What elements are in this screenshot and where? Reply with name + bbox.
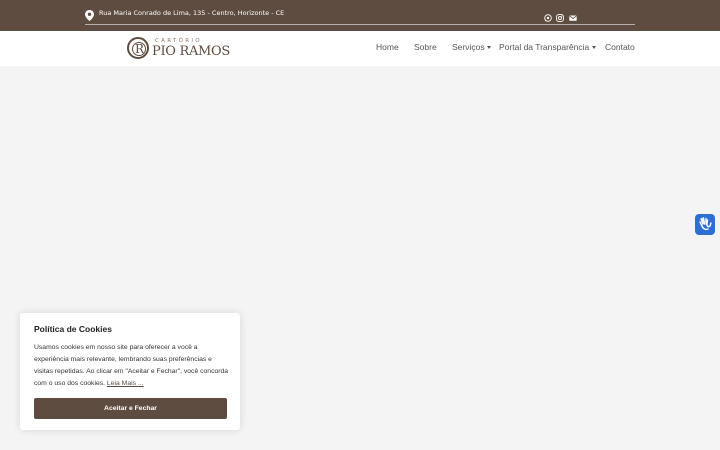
nav-home[interactable]: Home [376,42,399,52]
sign-language-hands-icon [699,217,712,231]
nav-portal-transparencia[interactable]: Portal da Transparência [499,42,589,52]
envelope-icon[interactable] [569,9,577,21]
map-marker-icon [85,8,94,21]
site-header: R CARTÓRIO PIO RAMOS Home Sobre Serviços… [0,31,720,66]
accessibility-button[interactable] [695,214,715,235]
cookie-consent-popup: Política de Cookies Usamos cookies em no… [20,313,240,430]
logo-emblem: R [127,37,149,59]
nav-contato[interactable]: Contato [605,42,635,52]
accept-and-close-button[interactable]: Aceitar e Fechar [34,398,227,419]
cookie-read-more-link[interactable]: Leia Mais ... [107,380,144,387]
site-logo[interactable]: R CARTÓRIO PIO RAMOS [127,36,230,62]
address-text: Rua Maria Conrado de Lima, 135 - Centro,… [99,9,285,17]
logo-name: PIO RAMOS [152,44,231,59]
portal-caret-icon[interactable] [592,46,596,49]
top-bar-inner: Rua Maria Conrado de Lima, 135 - Centro,… [85,0,635,25]
logo-monogram: R [135,42,145,56]
nav-sobre[interactable]: Sobre [414,42,437,52]
nav-servicos[interactable]: Serviços [452,42,485,52]
servicos-caret-icon[interactable] [487,46,491,49]
cookie-title: Política de Cookies [34,324,112,334]
whatsapp-icon[interactable] [544,9,552,22]
cookie-text-block: Usamos cookies em nosso site para oferec… [34,342,230,390]
top-bar: Rua Maria Conrado de Lima, 135 - Centro,… [0,0,720,31]
instagram-icon[interactable] [556,9,564,22]
